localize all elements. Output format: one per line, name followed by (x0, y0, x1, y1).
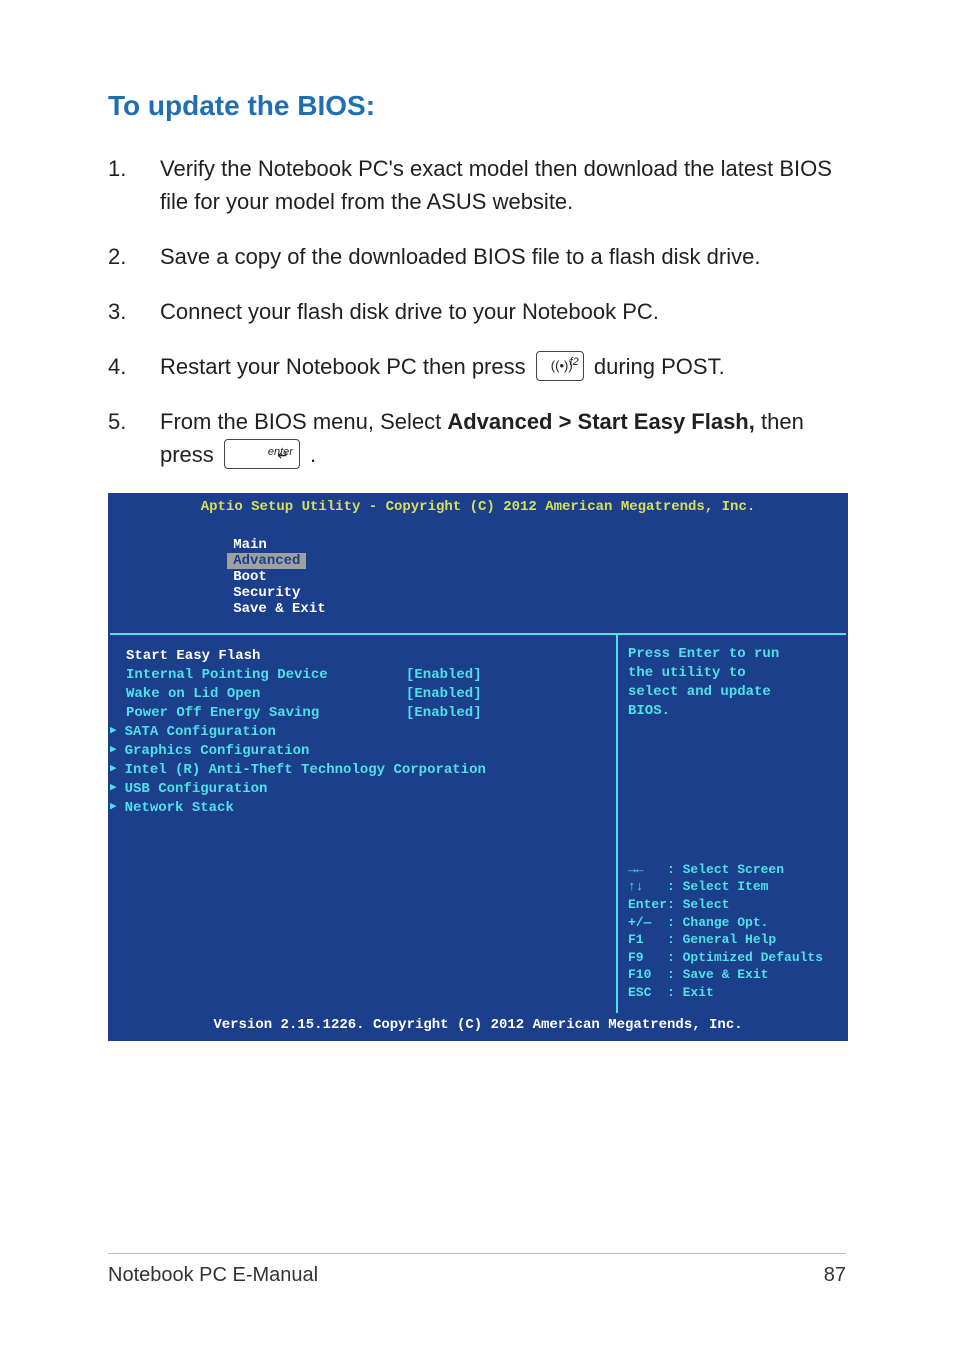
step-text-pre: Restart your Notebook PC then press (160, 354, 532, 379)
page-footer: Notebook PC E-Manual 87 (108, 1253, 846, 1287)
bios-row-val: [Enabled] (406, 667, 482, 683)
footer-left: Notebook PC E-Manual (108, 1264, 318, 1287)
bios-row-key: Power Off Energy Saving (126, 705, 406, 721)
enter-key-icon: enter ↵ (224, 439, 300, 469)
f2-key-label: f2 (570, 354, 579, 371)
steps-list: 1. Verify the Notebook PC's exact model … (108, 152, 846, 471)
bios-row-key: Network Stack (125, 800, 234, 816)
bios-row-internal-pointing: Internal Pointing Device [Enabled] (126, 667, 604, 683)
step-text: From the BIOS menu, Select Advanced > St… (160, 405, 846, 471)
bios-row-key: USB Configuration (125, 781, 268, 797)
step-2: 2. Save a copy of the downloaded BIOS fi… (108, 240, 846, 273)
bios-tab-security: Security (227, 585, 306, 601)
bios-right-panel: Press Enter to run the utility to select… (618, 633, 846, 1013)
bios-footer: Version 2.15.1226. Copyright (C) 2012 Am… (108, 1013, 848, 1041)
step-text: Save a copy of the downloaded BIOS file … (160, 240, 846, 273)
bios-header: Aptio Setup Utility - Copyright (C) 2012… (108, 493, 848, 633)
bios-screenshot: Aptio Setup Utility - Copyright (C) 2012… (108, 493, 848, 1041)
step-text-post: during POST. (594, 354, 725, 379)
bios-row-key: Start Easy Flash (126, 648, 406, 664)
page-heading: To update the BIOS: (108, 90, 846, 122)
bios-row-sata-config: SATA Configuration (126, 724, 604, 740)
bios-row-intel-antitheft: Intel (R) Anti-Theft Technology Corporat… (126, 762, 604, 778)
bios-row-val: [Enabled] (406, 686, 482, 702)
bios-row-graphics-config: Graphics Configuration (126, 743, 604, 759)
step-4: 4. Restart your Notebook PC then press (… (108, 350, 846, 383)
step-text: Verify the Notebook PC's exact model the… (160, 152, 846, 218)
bios-help-keys: →← : Select Screen ↑↓ : Select Item Ente… (628, 861, 840, 1001)
step-number: 1. (108, 152, 160, 218)
bios-tab-save-exit: Save & Exit (227, 601, 331, 617)
step-text: Connect your flash disk drive to your No… (160, 295, 846, 328)
f2-key-icon: ((•)) f2 (536, 351, 584, 381)
bios-row-usb-config: USB Configuration (126, 781, 604, 797)
bios-row-key: Internal Pointing Device (126, 667, 406, 683)
step-number: 3. (108, 295, 160, 328)
bios-tab-boot: Boot (227, 569, 273, 585)
bios-row-network-stack: Network Stack (126, 800, 604, 816)
bios-help-top: Press Enter to run the utility to select… (628, 645, 840, 721)
bios-left-panel: Start Easy Flash Internal Pointing Devic… (110, 633, 618, 1013)
bios-row-key: Graphics Configuration (125, 743, 310, 759)
step-number: 4. (108, 350, 160, 383)
bios-tabs: Main Advanced Boot Security Save & Exit (108, 521, 848, 633)
step-text-pre: From the BIOS menu, Select (160, 409, 447, 434)
step-number: 5. (108, 405, 160, 471)
bios-body: Start Easy Flash Internal Pointing Devic… (108, 633, 848, 1013)
bios-row-power-off: Power Off Energy Saving [Enabled] (126, 705, 604, 721)
step-number: 2. (108, 240, 160, 273)
step-3: 3. Connect your flash disk drive to your… (108, 295, 846, 328)
bios-tab-main: Main (227, 537, 273, 553)
bios-row-val: [Enabled] (406, 705, 482, 721)
bios-row-key: Intel (R) Anti-Theft Technology Corporat… (125, 762, 486, 778)
step-text-bold: Advanced > Start Easy Flash, (447, 409, 755, 434)
step-text-post: . (310, 442, 316, 467)
enter-key-arrow: ↵ (277, 445, 289, 466)
bios-tab-advanced: Advanced (227, 553, 306, 569)
bios-row-wake-on-lid: Wake on Lid Open [Enabled] (126, 686, 604, 702)
step-text: Restart your Notebook PC then press ((•)… (160, 350, 846, 383)
step-5: 5. From the BIOS menu, Select Advanced >… (108, 405, 846, 471)
bios-row-key: SATA Configuration (125, 724, 276, 740)
bios-row-start-easy-flash: Start Easy Flash (126, 648, 604, 664)
footer-page-number: 87 (824, 1264, 846, 1287)
bios-row-key: Wake on Lid Open (126, 686, 406, 702)
step-1: 1. Verify the Notebook PC's exact model … (108, 152, 846, 218)
bios-title: Aptio Setup Utility - Copyright (C) 2012… (108, 497, 848, 521)
